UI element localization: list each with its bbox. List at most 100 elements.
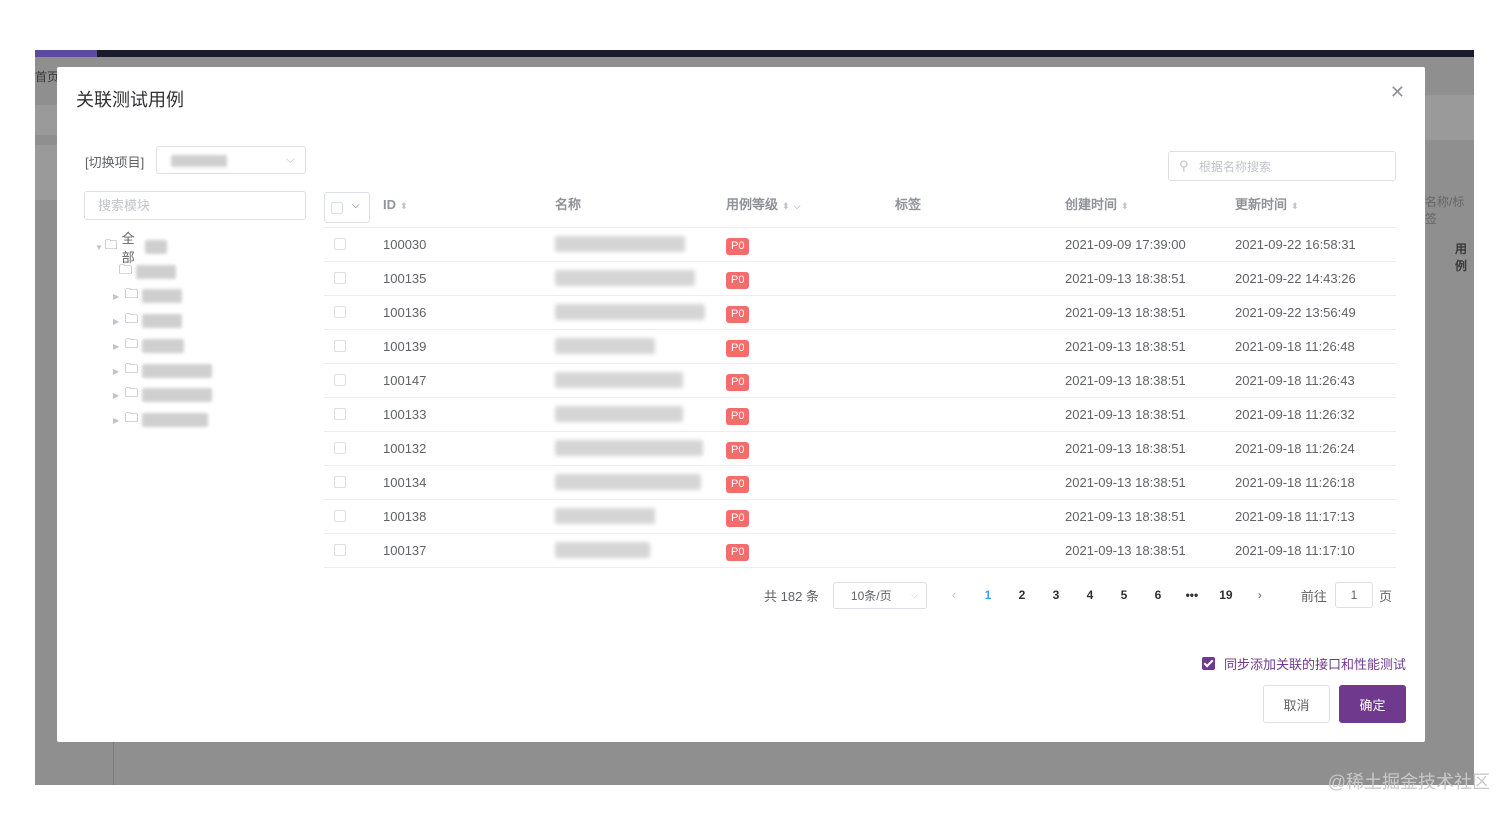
bg-column-fragment: 用例 bbox=[1455, 242, 1468, 273]
tree-node[interactable]: ▶ 🗀 bbox=[113, 361, 213, 381]
table-row[interactable]: 100136 P0 2021-09-13 18:38:51 2021-09-22… bbox=[324, 296, 1396, 330]
row-checkbox[interactable] bbox=[334, 442, 346, 454]
switch-project-label: [切换项目] bbox=[85, 155, 145, 170]
row-checkbox[interactable] bbox=[334, 374, 346, 386]
row-checkbox[interactable] bbox=[334, 340, 346, 352]
case-id: 100133 bbox=[383, 407, 427, 422]
sync-checkbox[interactable] bbox=[1201, 657, 1215, 670]
page-number[interactable]: 6 bbox=[1141, 588, 1175, 602]
updated-time: 2021-09-18 11:17:10 bbox=[1235, 543, 1355, 558]
table-row[interactable]: 100137 P0 2021-09-13 18:38:51 2021-09-18… bbox=[324, 534, 1396, 568]
tree-node[interactable]: ▶ 🗀 bbox=[113, 336, 185, 356]
column-header-level[interactable]: 用例等级 ⬍ ⌵ bbox=[726, 187, 800, 227]
goto-page-input[interactable] bbox=[1334, 582, 1373, 608]
level-tag: P0 bbox=[726, 476, 750, 493]
close-icon[interactable]: ✕ bbox=[1390, 82, 1405, 103]
updated-time: 2021-09-18 11:26:24 bbox=[1235, 441, 1355, 456]
tree-node[interactable]: 🗀 bbox=[119, 262, 177, 282]
project-select[interactable]: ⌵ bbox=[156, 146, 306, 174]
caret-right-icon[interactable]: ▶ bbox=[113, 342, 125, 351]
tree-node[interactable]: ▶ 🗀 bbox=[113, 311, 183, 331]
next-page-icon[interactable]: › bbox=[1243, 588, 1277, 602]
tree-node[interactable]: ▶ 🗀 bbox=[113, 410, 209, 430]
tree-node[interactable]: ▶ 🗀 bbox=[113, 385, 213, 405]
chevron-down-icon: ⌵ bbox=[285, 152, 295, 166]
level-tag: P0 bbox=[726, 272, 750, 289]
updated-time: 2021-09-22 13:56:49 bbox=[1235, 305, 1356, 320]
sort-icon[interactable]: ⬍ bbox=[1121, 201, 1129, 211]
caret-right-icon[interactable]: ▶ bbox=[113, 367, 125, 376]
page-number[interactable]: 19 bbox=[1209, 588, 1243, 602]
chevron-down-icon[interactable]: ⌵ bbox=[352, 200, 360, 211]
column-header-id[interactable]: ID ⬍ bbox=[383, 187, 408, 227]
search-icon: ⚲ bbox=[1179, 158, 1189, 173]
select-all-checkbox[interactable] bbox=[331, 202, 343, 214]
updated-time: 2021-09-18 11:26:18 bbox=[1235, 475, 1355, 490]
page-size-select[interactable]: 10条/页 ⌵ bbox=[832, 581, 927, 609]
project-name-redacted bbox=[171, 155, 227, 167]
link-test-case-dialog: 关联测试用例 ✕ [切换项目] ⌵ ▼ 🗀 全部 🗀 ▶ 🗀 ▶ 🗀 ▶ bbox=[57, 67, 1425, 742]
prev-page-icon[interactable]: ‹ bbox=[937, 588, 971, 602]
caret-down-icon[interactable]: ▼ bbox=[95, 243, 105, 252]
folder-icon: 🗀 bbox=[125, 336, 139, 351]
row-checkbox[interactable] bbox=[334, 510, 346, 522]
table-row[interactable]: 100132 P0 2021-09-13 18:38:51 2021-09-18… bbox=[324, 432, 1396, 466]
page-number[interactable]: 4 bbox=[1073, 588, 1107, 602]
table-header: ⌵ ID ⬍ 名称 用例等级 ⬍ ⌵ 标签 创建时间 ⬍ 更新时间 ⬍ bbox=[324, 187, 1396, 228]
column-header-name: 名称 bbox=[555, 197, 582, 212]
case-name-redacted bbox=[555, 542, 650, 558]
bg-divider bbox=[113, 742, 114, 785]
page-number[interactable]: 2 bbox=[1005, 588, 1039, 602]
sort-icon[interactable]: ⬍ bbox=[400, 201, 408, 211]
case-id: 100138 bbox=[383, 509, 427, 524]
table-row[interactable]: 100133 P0 2021-09-13 18:38:51 2021-09-18… bbox=[324, 398, 1396, 432]
confirm-button[interactable]: 确定 bbox=[1339, 685, 1406, 723]
more-pages-icon[interactable]: ••• bbox=[1175, 588, 1209, 602]
table-body: 100030 P0 2021-09-09 17:39:00 2021-09-22… bbox=[324, 228, 1396, 568]
row-checkbox[interactable] bbox=[334, 476, 346, 488]
case-name-redacted bbox=[555, 270, 695, 286]
module-search-input[interactable] bbox=[84, 191, 306, 220]
cancel-button[interactable]: 取消 bbox=[1263, 685, 1330, 723]
created-time: 2021-09-13 18:38:51 bbox=[1065, 475, 1186, 490]
case-name-redacted bbox=[555, 338, 655, 354]
page-number[interactable]: 1 bbox=[971, 588, 1005, 602]
total-count: 共 182 条 bbox=[764, 588, 819, 604]
caret-right-icon[interactable]: ▶ bbox=[113, 416, 125, 425]
table-row[interactable]: 100030 P0 2021-09-09 17:39:00 2021-09-22… bbox=[324, 228, 1396, 262]
caret-right-icon[interactable]: ▶ bbox=[113, 317, 125, 326]
page-number[interactable]: 5 bbox=[1107, 588, 1141, 602]
bg-search-fragment: 名称/标签 bbox=[1425, 195, 1465, 226]
table-row[interactable]: 100147 P0 2021-09-13 18:38:51 2021-09-18… bbox=[324, 364, 1396, 398]
case-search-box[interactable]: ⚲ bbox=[1168, 151, 1396, 181]
table-row[interactable]: 100138 P0 2021-09-13 18:38:51 2021-09-18… bbox=[324, 500, 1396, 534]
sort-icon[interactable]: ⬍ bbox=[1291, 201, 1299, 211]
table-row[interactable]: 100139 P0 2021-09-13 18:38:51 2021-09-18… bbox=[324, 330, 1396, 364]
test-case-table: ⌵ ID ⬍ 名称 用例等级 ⬍ ⌵ 标签 创建时间 ⬍ 更新时间 ⬍ 100030 P0… bbox=[324, 187, 1396, 568]
table-row[interactable]: 100135 P0 2021-09-13 18:38:51 2021-09-22… bbox=[324, 262, 1396, 296]
page-number[interactable]: 3 bbox=[1039, 588, 1073, 602]
column-header-created[interactable]: 创建时间 ⬍ bbox=[1065, 187, 1129, 227]
folder-icon: 🗀 bbox=[125, 410, 139, 425]
case-search-input[interactable] bbox=[1197, 156, 1391, 178]
column-header-updated[interactable]: 更新时间 ⬍ bbox=[1235, 187, 1299, 227]
table-row[interactable]: 100134 P0 2021-09-13 18:38:51 2021-09-18… bbox=[324, 466, 1396, 500]
sort-icon[interactable]: ⬍ bbox=[782, 201, 790, 211]
case-name-redacted bbox=[555, 304, 705, 320]
caret-right-icon[interactable]: ▶ bbox=[113, 292, 125, 301]
tree-node-root[interactable]: ▼ 🗀 全部 bbox=[95, 231, 168, 265]
row-checkbox[interactable] bbox=[334, 272, 346, 284]
select-all-dropdown[interactable]: ⌵ bbox=[324, 192, 370, 223]
tree-node[interactable]: ▶ 🗀 bbox=[113, 286, 183, 306]
redacted-text bbox=[142, 388, 213, 402]
filter-arrow-icon[interactable]: ⌵ bbox=[794, 201, 801, 211]
sync-option[interactable]: 同步添加关联的接口和性能测试 bbox=[1201, 654, 1406, 673]
updated-time: 2021-09-18 11:17:13 bbox=[1235, 509, 1355, 524]
row-checkbox[interactable] bbox=[334, 238, 346, 250]
active-tab-indicator bbox=[35, 50, 97, 57]
caret-right-icon[interactable]: ▶ bbox=[113, 391, 125, 400]
row-checkbox[interactable] bbox=[334, 544, 346, 556]
row-checkbox[interactable] bbox=[334, 408, 346, 420]
row-checkbox[interactable] bbox=[334, 306, 346, 318]
column-header-tags: 标签 bbox=[895, 197, 922, 212]
